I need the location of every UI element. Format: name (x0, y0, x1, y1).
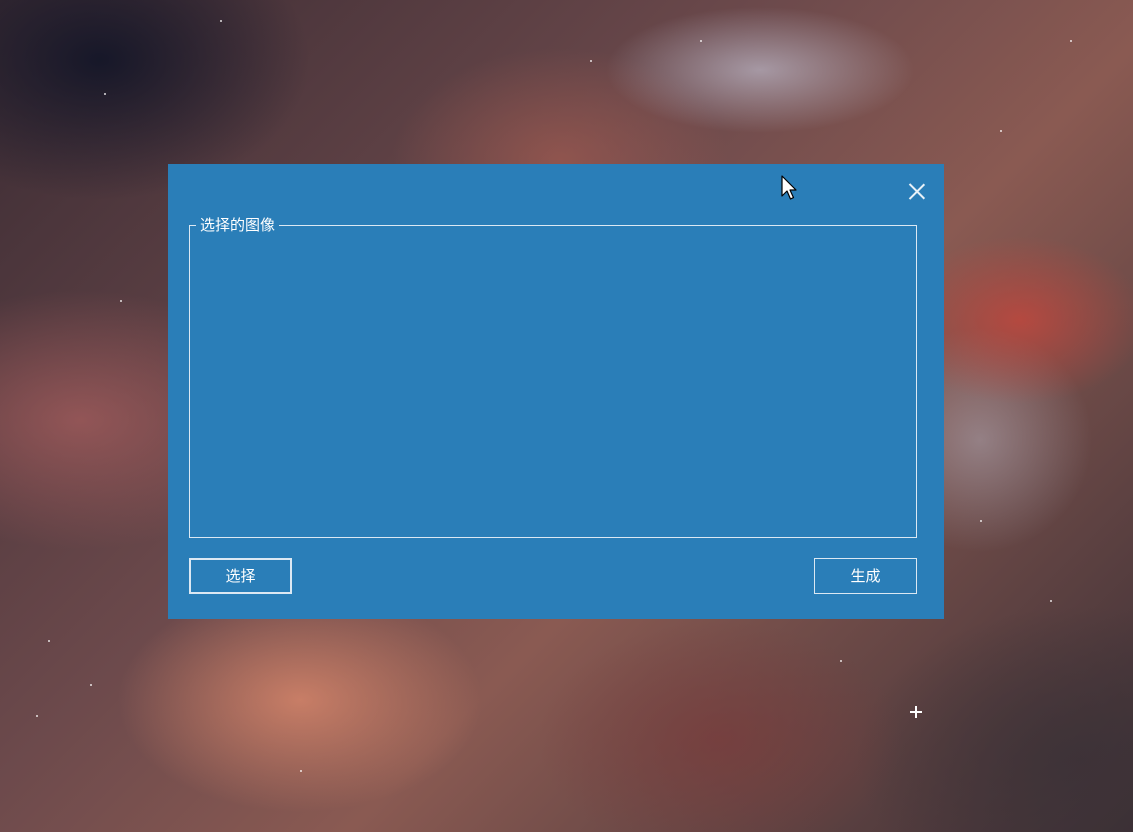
generate-button[interactable]: 生成 (814, 558, 917, 594)
select-button[interactable]: 选择 (189, 558, 292, 594)
image-preview-area (191, 236, 915, 536)
bright-star (910, 706, 922, 718)
group-title: 选择的图像 (196, 216, 280, 234)
close-icon[interactable] (904, 178, 930, 204)
mouse-cursor-icon (781, 175, 797, 200)
image-dialog: 选择的图像 选择 生成 (168, 164, 944, 619)
selected-image-group: 选择的图像 (189, 216, 917, 538)
